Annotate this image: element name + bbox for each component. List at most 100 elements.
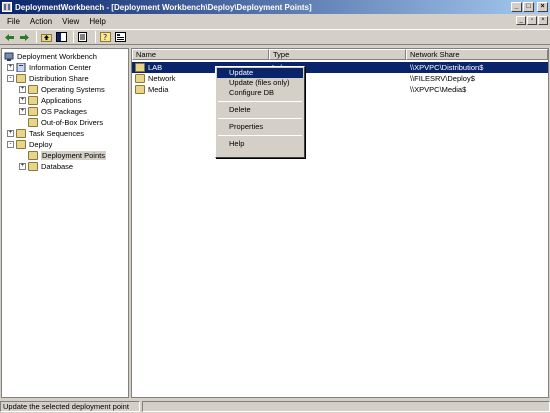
tree-item-deployment-points[interactable]: Deployment Points — [28, 150, 106, 160]
toolbar: ? — [0, 29, 550, 45]
row-name: Network — [148, 74, 176, 83]
list-row-media[interactable]: Media Media \\XPVPC\Media$ — [132, 84, 548, 95]
menu-view[interactable]: View — [57, 17, 84, 26]
row-name: LAB — [148, 63, 163, 72]
tree-item-label: Information Center — [29, 62, 92, 72]
menu-bar: File Action View Help _ ▫ × — [0, 15, 550, 28]
title-bar[interactable]: DeploymentWorkbench - [Deployment Workbe… — [0, 0, 550, 14]
menu-item-configure-db[interactable]: Configure DB — [217, 88, 303, 98]
tree-item-deploy[interactable]: - Deploy — [7, 139, 52, 149]
window-title: DeploymentWorkbench - [Deployment Workbe… — [15, 2, 312, 12]
folder-icon — [135, 85, 145, 94]
folder-icon — [28, 161, 38, 171]
status-panel — [142, 401, 550, 412]
folder-icon — [28, 95, 38, 105]
collapse-minus-icon[interactable]: - — [7, 74, 14, 82]
folder-icon — [16, 73, 26, 83]
tree-item-os-packages[interactable]: + OS Packages — [19, 106, 87, 116]
status-bar: Update the selected deployment point — [0, 400, 550, 413]
column-header-network-share[interactable]: Network Share — [406, 49, 548, 60]
tree-item-task-sequences[interactable]: + Task Sequences — [7, 128, 84, 138]
tree-pane[interactable]: Deployment Workbench + Information Cente… — [1, 48, 129, 398]
collapse-minus-icon[interactable]: - — [7, 140, 14, 148]
expand-plus-icon[interactable]: + — [19, 85, 26, 93]
tree-item-label: Deployment Workbench — [17, 51, 97, 61]
expand-plus-icon[interactable]: + — [19, 107, 26, 115]
folder-icon — [28, 150, 38, 160]
menu-separator — [218, 135, 302, 136]
child-close-button[interactable]: × — [538, 16, 548, 25]
tree-item-label: Distribution Share — [29, 73, 89, 83]
row-name: Media — [148, 85, 169, 94]
toolbar-separator — [73, 31, 74, 43]
tree-item-label: OS Packages — [41, 106, 87, 116]
menu-item-delete[interactable]: Delete — [217, 105, 303, 115]
expand-plus-icon[interactable]: + — [19, 162, 26, 170]
tree-item-label: Database — [41, 161, 74, 171]
list-row-network[interactable]: Network Network \\FILESRV\Deploy$ — [132, 73, 548, 84]
context-menu: Update Update (files only) Configure DB … — [215, 66, 305, 158]
menu-separator — [218, 101, 302, 102]
menu-help[interactable]: Help — [84, 17, 110, 26]
tree-item-label: Operating Systems — [41, 84, 105, 94]
toolbar-separator — [95, 31, 96, 43]
help-icon[interactable]: ? — [99, 31, 111, 43]
menu-separator — [218, 118, 302, 119]
back-arrow-icon[interactable] — [3, 31, 15, 43]
menu-action[interactable]: Action — [25, 17, 57, 26]
folder-icon — [28, 106, 38, 116]
expand-plus-icon[interactable]: + — [19, 96, 26, 104]
expand-plus-icon[interactable]: + — [7, 129, 14, 137]
forward-arrow-icon[interactable] — [18, 31, 30, 43]
folder-icon — [135, 74, 145, 83]
expand-plus-icon[interactable]: + — [7, 63, 14, 71]
row-name-cell: Media — [135, 85, 168, 94]
toolbar-separator — [36, 31, 37, 43]
child-minimize-button[interactable]: _ — [516, 16, 526, 25]
tree-item-label: Out-of-Box Drivers — [41, 117, 104, 127]
column-header-name[interactable]: Name — [132, 49, 269, 60]
export-list-icon[interactable] — [77, 31, 89, 43]
folder-icon — [28, 84, 38, 94]
tree-item-label: Task Sequences — [29, 128, 85, 138]
menu-item-properties[interactable]: Properties — [217, 122, 303, 132]
folder-icon — [16, 128, 26, 138]
tree-item-operating-systems[interactable]: + Operating Systems — [19, 84, 105, 94]
menu-item-help[interactable]: Help — [217, 139, 303, 149]
status-text: Update the selected deployment point — [0, 401, 140, 412]
show-hide-tree-icon[interactable] — [55, 31, 67, 43]
tree-item-information-center[interactable]: + Information Center — [7, 62, 91, 72]
tree-item-label: Applications — [41, 95, 82, 105]
tree-item-distribution-share[interactable]: - Distribution Share — [7, 73, 89, 83]
tree-item-deployment-workbench[interactable]: Deployment Workbench — [4, 51, 97, 61]
row-share: \\FILESRV\Deploy$ — [410, 74, 475, 83]
row-name-cell: LAB — [135, 63, 162, 72]
svg-text:?: ? — [103, 33, 107, 42]
info-icon — [16, 62, 26, 72]
up-folder-icon[interactable] — [40, 31, 52, 43]
row-share: \\XPVPC\Media$ — [410, 85, 467, 94]
row-name-cell: Network — [135, 74, 176, 83]
folder-icon — [28, 117, 38, 127]
list-row-lab[interactable]: LAB Lab \\XPVPC\Distribution$ — [132, 62, 548, 73]
menu-file[interactable]: File — [2, 17, 25, 26]
close-button[interactable]: × — [537, 2, 548, 12]
tree-item-label: Deploy — [29, 139, 53, 149]
tree-item-label: Deployment Points — [41, 150, 106, 160]
child-restore-button[interactable]: ▫ — [527, 16, 537, 25]
tree-item-applications[interactable]: + Applications — [19, 95, 81, 105]
row-share: \\XPVPC\Distribution$ — [410, 63, 484, 72]
list-pane[interactable]: Name Type Network Share LAB Lab \\XPVPC\… — [131, 48, 549, 398]
menu-item-update[interactable]: Update — [217, 68, 303, 78]
column-header-type[interactable]: Type — [269, 49, 406, 60]
app-icon — [2, 2, 12, 12]
tree-item-out-of-box-drivers[interactable]: Out-of-Box Drivers — [28, 117, 103, 127]
folder-icon — [16, 139, 26, 149]
properties-icon[interactable] — [114, 31, 126, 43]
workbench-icon — [4, 52, 14, 61]
folder-icon — [135, 63, 145, 72]
maximize-button[interactable]: □ — [523, 2, 534, 12]
tree-item-database[interactable]: + Database — [19, 161, 73, 171]
menu-item-update-files-only[interactable]: Update (files only) — [217, 78, 303, 88]
minimize-button[interactable]: _ — [511, 2, 522, 12]
